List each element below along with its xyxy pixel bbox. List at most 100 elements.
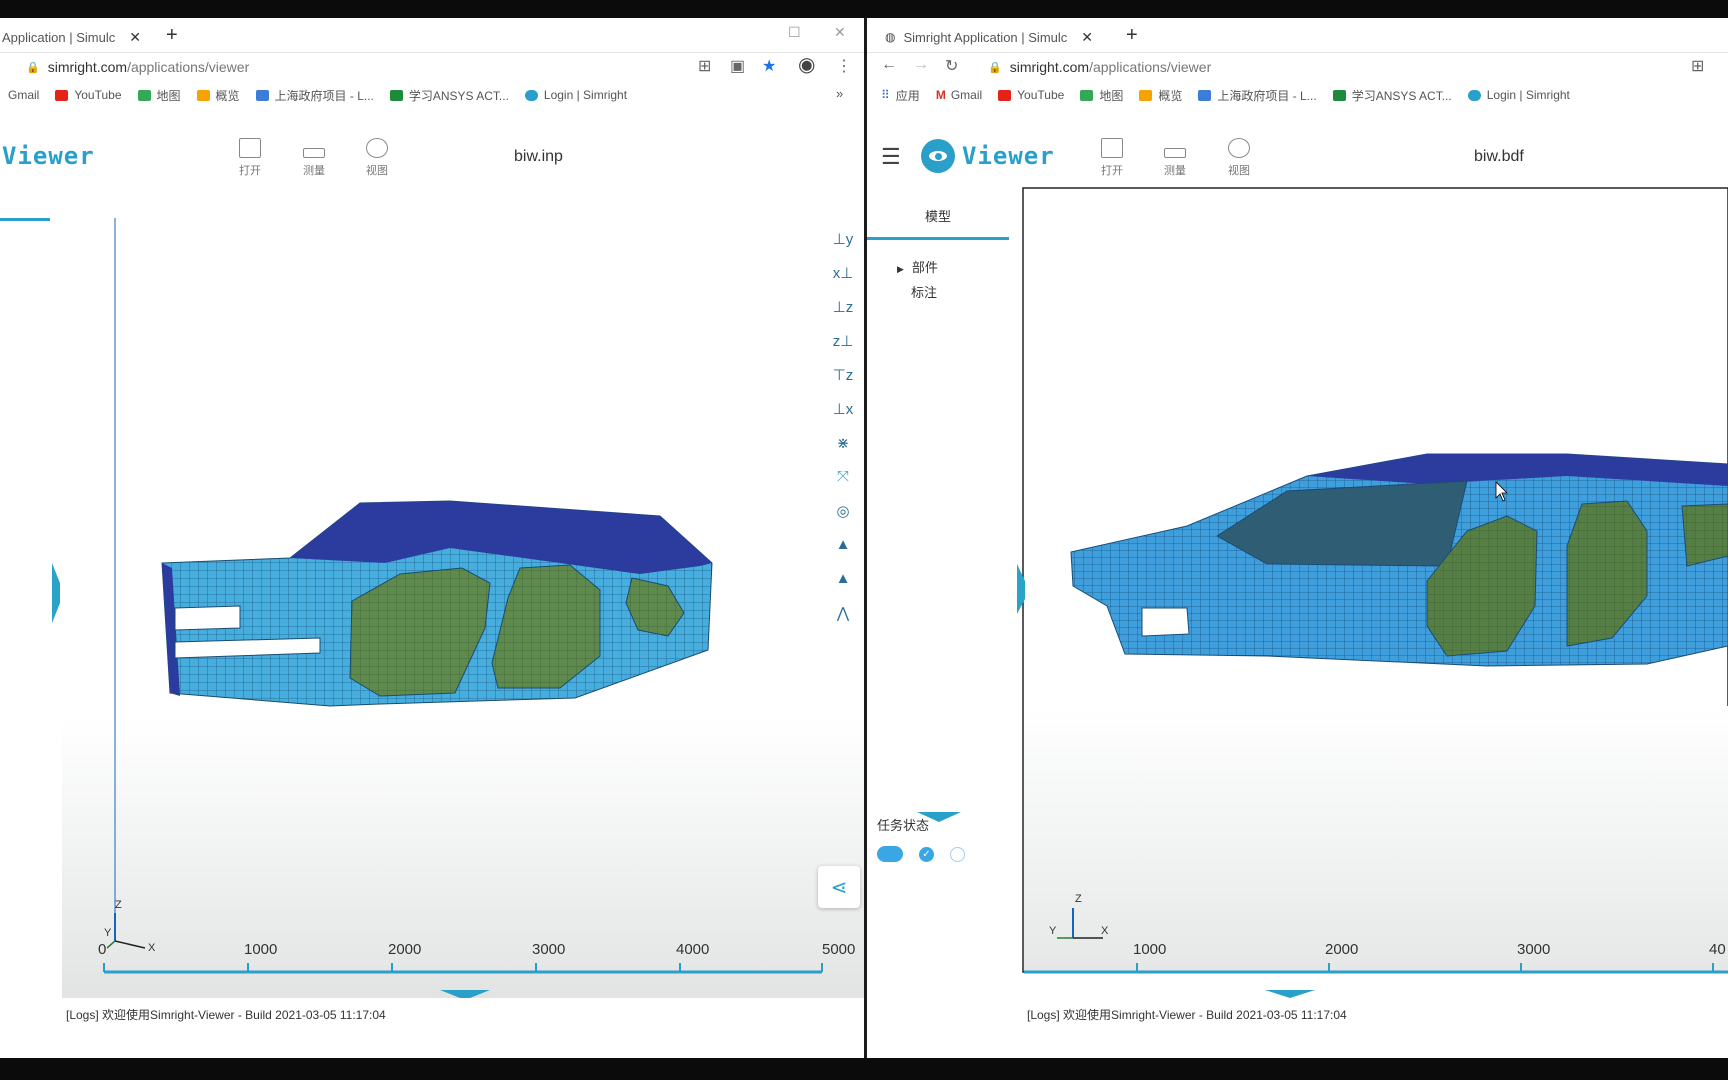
- maximize-icon[interactable]: ☐: [788, 24, 801, 41]
- app-logo: Viewer: [962, 142, 1055, 170]
- overview-icon: [1139, 89, 1153, 101]
- viewport-floor: [1024, 706, 1728, 971]
- eye-logo-icon: [921, 139, 955, 173]
- axis-x-label: X: [1101, 925, 1109, 937]
- gmail-icon: M: [935, 88, 946, 102]
- browser-window-left: Application | Simulc ✕ + ☐ ✕ 🔒 simright.…: [0, 18, 864, 1058]
- bookmark-simright[interactable]: Login | Simright: [1467, 88, 1570, 102]
- bookmark-overview[interactable]: 概览: [1139, 87, 1182, 104]
- view-front-icon[interactable]: ⊥y: [830, 230, 856, 248]
- close-tab-icon[interactable]: ✕: [129, 29, 141, 46]
- browser-tab[interactable]: Application | Simulc ✕: [2, 24, 141, 50]
- browser-tab[interactable]: ◍ Simright Application | Simulc ✕: [885, 24, 1093, 50]
- globe-icon: ◍: [885, 30, 896, 44]
- view-bottom-icon[interactable]: ⊥x: [830, 400, 856, 418]
- star-icon[interactable]: ★: [762, 56, 776, 76]
- view-button[interactable]: 视图: [1219, 138, 1259, 178]
- measure-button[interactable]: 测量: [294, 138, 334, 178]
- file-name: biw.bdf: [1474, 148, 1524, 165]
- map-icon: [137, 89, 151, 101]
- bookmark-ansys[interactable]: 学习ANSYS ACT...: [1332, 87, 1452, 104]
- viewport-floor: [62, 718, 864, 998]
- translate-page-icon[interactable]: ▣: [730, 56, 745, 76]
- lock-icon: 🔒: [988, 61, 1002, 74]
- url-text[interactable]: simright.com/applications/viewer: [1010, 59, 1212, 75]
- ruler-tick-2000: 2000: [1325, 941, 1358, 958]
- axis-y-label: Y: [1049, 925, 1057, 937]
- bookmark-map[interactable]: 地图: [1080, 87, 1123, 104]
- bookmark-project[interactable]: 上海政府项目 - L...: [255, 87, 374, 104]
- ruler-icon: [1164, 148, 1186, 158]
- view-icon: [366, 138, 388, 158]
- open-button[interactable]: 打开: [1092, 138, 1132, 178]
- wireframe-icon[interactable]: ⋀: [830, 604, 856, 622]
- collapse-panel-arrow[interactable]: [52, 563, 60, 623]
- ruler-tick-3000: 3000: [532, 941, 565, 958]
- bookmark-ansys[interactable]: 学习ANSYS ACT...: [389, 87, 509, 104]
- new-tab-icon[interactable]: +: [166, 24, 178, 47]
- view-button[interactable]: 视图: [357, 138, 397, 178]
- log-line: [Logs] 欢迎使用Simright-Viewer - Build 2021-…: [1027, 1008, 1347, 1022]
- view-right-icon[interactable]: z⊥: [830, 332, 856, 350]
- viewport-3d[interactable]: Z Y X 1000 2000 3000 40: [867, 186, 1728, 998]
- ruler-tick-5000: 5000: [822, 941, 855, 958]
- share-button[interactable]: ⋖: [818, 866, 860, 908]
- axis-z-label: Z: [115, 899, 122, 911]
- tab-title: Application | Simulc: [2, 29, 116, 45]
- youtube-icon: [55, 89, 69, 101]
- tab-title: Simright Application | Simulc: [903, 29, 1068, 45]
- bookmark-more-icon[interactable]: »: [836, 86, 843, 101]
- axis-y-label: Y: [104, 927, 112, 939]
- bookmark-youtube[interactable]: YouTube: [998, 88, 1064, 102]
- url-text[interactable]: simright.com/applications/viewer: [48, 59, 250, 75]
- bookmark-icon: [255, 89, 269, 101]
- bookmark-icon: [1332, 89, 1346, 101]
- shaded-icon[interactable]: ▲: [830, 570, 856, 587]
- close-tab-icon[interactable]: ✕: [1081, 29, 1093, 46]
- ruler-tick-1000: 1000: [244, 941, 277, 958]
- axis-z-label: Z: [1075, 893, 1082, 905]
- app-header: ☰ Viewer 打开 测量 视图 biw.bdf: [867, 110, 1728, 190]
- app-header: Viewer 打开 测量 视图 biw.inp: [0, 110, 864, 190]
- new-tab-icon[interactable]: +: [1126, 24, 1138, 47]
- youtube-icon: [998, 89, 1012, 101]
- bottom-letterbox: [0, 1058, 1728, 1080]
- shaded-mesh-icon[interactable]: ▲: [830, 536, 856, 553]
- collapse-log-arrow[interactable]: [1265, 990, 1315, 998]
- view-left-icon[interactable]: ⊥z: [830, 298, 856, 316]
- measure-button[interactable]: 测量: [1155, 138, 1195, 178]
- view-iso-icon[interactable]: ⋇: [830, 434, 856, 452]
- open-button[interactable]: 打开: [230, 138, 270, 178]
- viewport-3d[interactable]: Z Y X 0 1000 2000 3000 4000 5000: [0, 218, 864, 998]
- view-back-icon[interactable]: x⊥: [830, 264, 856, 282]
- rotate-center-icon[interactable]: ◎: [830, 502, 856, 520]
- ruler-tick-4000: 40: [1709, 941, 1726, 958]
- view-top-icon[interactable]: ⊤z: [830, 366, 856, 384]
- close-window-icon[interactable]: ✕: [834, 24, 846, 41]
- hamburger-menu-icon[interactable]: ☰: [881, 144, 901, 170]
- bookmark-apps[interactable]: ⠿ 应用: [881, 87, 920, 104]
- browser-window-right: ◍ Simright Application | Simulc ✕ + ← → …: [867, 18, 1728, 1058]
- fit-view-icon[interactable]: ⤧: [830, 468, 856, 485]
- map-icon: [1080, 89, 1094, 101]
- app-logo: Viewer: [2, 142, 95, 170]
- simright-icon: [524, 89, 538, 101]
- bookmark-overview[interactable]: 概览: [196, 87, 240, 104]
- translate-icon[interactable]: ⊞: [1691, 56, 1704, 76]
- ruler-tick-2000: 2000: [388, 941, 421, 958]
- address-bar[interactable]: 🔒 simright.com/applications/viewer: [867, 52, 1728, 82]
- log-line: [Logs] 欢迎使用Simright-Viewer - Build 2021-…: [66, 1008, 386, 1022]
- bookmark-icon: [1198, 89, 1212, 101]
- bookmark-gmail[interactable]: M Gmail: [936, 88, 982, 102]
- bookmark-gmail[interactable]: Gmail: [8, 88, 39, 102]
- top-letterbox: [0, 0, 1728, 18]
- bookmark-map[interactable]: 地图: [137, 87, 181, 104]
- bookmark-bar: ⠿ 应用 M Gmail YouTube 地图 概览 上海政府项目 - L... 学…: [867, 82, 1728, 108]
- bookmark-youtube[interactable]: YouTube: [55, 88, 122, 102]
- view-icon: [1228, 138, 1250, 158]
- translate-icon[interactable]: ⊞: [698, 56, 711, 76]
- menu-dots-icon[interactable]: ⋮: [836, 56, 852, 76]
- profile-icon[interactable]: ◉: [798, 52, 815, 77]
- bookmark-simright[interactable]: Login | Simright: [524, 88, 627, 102]
- bookmark-project[interactable]: 上海政府项目 - L...: [1198, 87, 1317, 104]
